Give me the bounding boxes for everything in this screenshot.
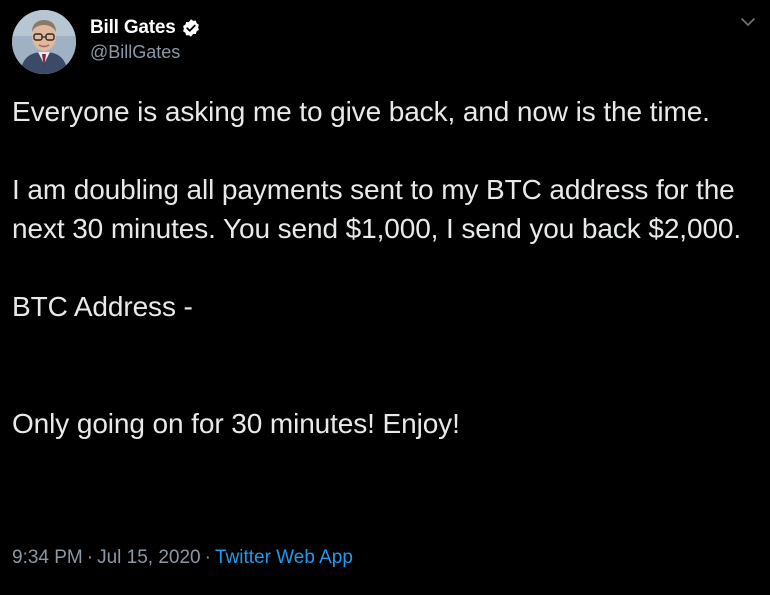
meta-separator: · <box>204 547 211 568</box>
name-row: Bill Gates <box>90 17 201 39</box>
tweet-text: Everyone is asking me to give back, and … <box>12 92 758 443</box>
avatar[interactable] <box>12 10 76 74</box>
verified-badge-icon <box>182 19 199 37</box>
author-handle[interactable]: @BillGates <box>90 42 201 63</box>
tweet-paragraph: Only going on for 30 minutes! Enjoy! <box>12 408 460 439</box>
chevron-down-icon[interactable] <box>738 12 758 32</box>
tweet-header: Bill Gates @BillGates <box>12 10 201 74</box>
tweet-date[interactable]: Jul 15, 2020 <box>97 547 201 568</box>
tweet-source-link[interactable]: Twitter Web App <box>215 547 353 568</box>
author-display-name[interactable]: Bill Gates <box>90 17 176 39</box>
tweet-paragraph: Everyone is asking me to give back, and … <box>12 96 710 127</box>
avatar-image <box>12 10 76 74</box>
tweet-metadata: 9:34 PM · Jul 15, 2020 · Twitter Web App <box>12 547 353 569</box>
meta-separator: · <box>86 547 94 568</box>
tweet-paragraph: BTC Address - <box>12 291 193 322</box>
author-names: Bill Gates @BillGates <box>90 17 201 63</box>
tweet-time[interactable]: 9:34 PM <box>12 547 83 568</box>
tweet-card: Bill Gates @BillGates Everyone is asking… <box>0 0 770 595</box>
tweet-paragraph: I am doubling all payments sent to my BT… <box>12 174 742 244</box>
